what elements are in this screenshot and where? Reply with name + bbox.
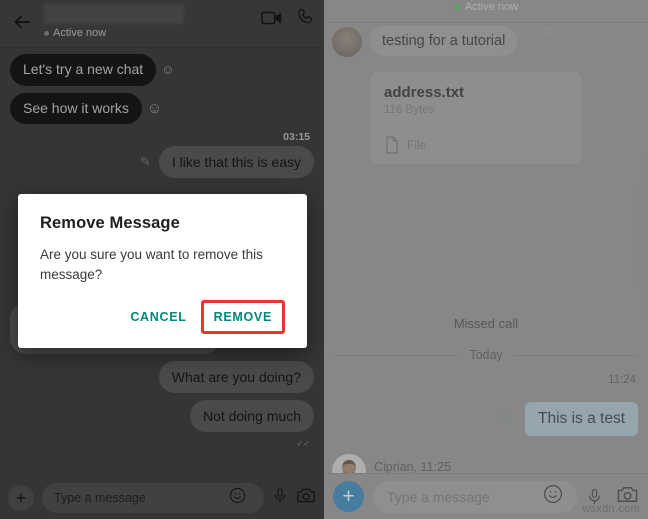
pencil-icon: ✎ [139, 154, 151, 170]
smiley-icon[interactable] [543, 484, 563, 509]
attach-plus-button[interactable]: + [333, 481, 364, 512]
message-timestamp: 11:24 [608, 374, 636, 386]
header-actions [261, 8, 316, 32]
voice-call-button[interactable] [297, 8, 316, 32]
status-label: Active now [464, 1, 519, 13]
file-attachment-card[interactable]: address.txt 116 Bytes File [370, 72, 582, 164]
smiley-icon[interactable] [229, 487, 246, 509]
ios-panel: Active now testing for a tutorial ☺ addr… [324, 0, 648, 519]
input-inline-icons [229, 487, 252, 509]
seen-indicator-icon: ✓✓ [296, 438, 310, 448]
message-bubble[interactable]: This is a test [525, 402, 638, 436]
message-bubble[interactable]: Let's try a new chat [10, 54, 157, 86]
status-dot-icon [453, 4, 460, 10]
back-button[interactable] [0, 0, 44, 44]
cancel-button[interactable]: CANCEL [120, 303, 196, 331]
smiley-icon[interactable]: ☺ [542, 23, 555, 38]
message-input[interactable]: Type a message [373, 480, 577, 513]
contact-status: Active now [44, 27, 184, 39]
header-divider [324, 22, 648, 23]
message-row[interactable]: See how it works ☺ [10, 92, 314, 124]
android-input-bar: + Type a message [0, 477, 324, 519]
video-call-button[interactable] [261, 10, 283, 31]
watermark: wsxdn.com [582, 503, 640, 515]
remove-button-highlight: REMOVE [200, 300, 285, 335]
dialog-message: Are you sure you want to remove this mes… [40, 247, 263, 282]
android-remove-message-dialog: Remove Message Are you sure you want to … [18, 194, 307, 349]
dialog-title: Remove Message [40, 214, 180, 232]
smiley-icon[interactable]: ☺ [161, 62, 174, 77]
screenshot-root: Active now Let's try a new chat ☺ See ho… [0, 0, 648, 519]
microphone-button[interactable] [272, 486, 288, 510]
attach-plus-button[interactable]: + [8, 485, 34, 511]
message-timestamp: 03:15 [283, 131, 310, 143]
contact-name-redacted [44, 4, 184, 24]
android-chat-header: Active now [0, 0, 324, 48]
divider-line-left [334, 354, 460, 356]
ios-contact-status: Active now [324, 0, 648, 14]
status-label: Active now [53, 27, 107, 39]
message-row[interactable]: Let's try a new chat ☺ [10, 54, 314, 86]
message-row[interactable]: What are you doing? [10, 360, 314, 393]
phone-icon [297, 8, 313, 24]
dialog-actions: CANCEL REMOVE [40, 300, 285, 340]
message-input-placeholder: Type a message [54, 491, 146, 505]
message-bubble[interactable]: testing for a tutorial [370, 26, 518, 56]
day-divider: Today [334, 348, 639, 362]
contact-info: Active now [44, 0, 184, 39]
avatar [332, 27, 362, 57]
camera-button[interactable] [296, 487, 316, 509]
camera-icon [297, 488, 315, 503]
file-icon [386, 136, 398, 154]
divider-line-right [512, 354, 639, 356]
message-row[interactable]: ✎ This is a test [501, 402, 638, 436]
file-size: 116 Bytes [384, 104, 435, 116]
header-divider [0, 47, 324, 48]
message-row[interactable]: Not doing much [10, 399, 314, 432]
video-camera-icon [261, 11, 282, 24]
microphone-icon [274, 488, 286, 503]
file-type-label: File [407, 138, 427, 152]
pencil-icon: ✎ [501, 410, 513, 427]
message-bubble[interactable]: Not doing much [189, 399, 314, 432]
camera-icon [617, 486, 638, 502]
missed-call-label: Missed call [453, 316, 519, 331]
message-bubble[interactable]: What are you doing? [158, 360, 314, 393]
status-dot-icon [44, 30, 49, 36]
message-bubble[interactable]: I like that this is easy [158, 146, 314, 179]
file-type-row: File [384, 136, 568, 154]
ios-message-list: testing for a tutorial ☺ address.txt 116… [324, 22, 648, 508]
remove-button[interactable]: REMOVE [208, 306, 278, 328]
smiley-icon[interactable]: ☺ [147, 100, 162, 117]
message-input[interactable]: Type a message [42, 483, 264, 513]
day-divider-label: Today [469, 348, 503, 362]
message-row[interactable]: ✎ I like that this is easy [10, 146, 314, 179]
message-sender-line: Ciprian, 11:25 [374, 460, 451, 474]
message-bubble[interactable]: See how it works [10, 92, 142, 124]
message-input-placeholder: Type a message [387, 488, 490, 505]
android-panel: Active now Let's try a new chat ☺ See ho… [0, 0, 324, 519]
arrow-left-icon [14, 15, 31, 29]
file-name: address.txt [384, 84, 465, 101]
